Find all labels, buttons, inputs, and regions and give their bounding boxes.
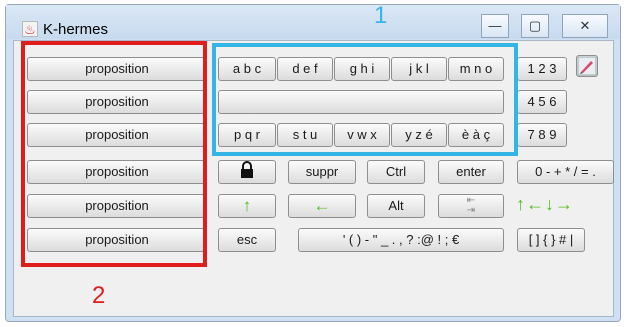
green-arrow-keys-icon[interactable]: ↑←↓→ <box>516 194 574 215</box>
annotation-box-2 <box>21 41 207 267</box>
annotation-box-1 <box>212 43 518 156</box>
green-up-arrow-icon[interactable]: ↑ <box>218 194 276 218</box>
alt-key[interactable]: Alt <box>367 194 425 218</box>
key-456[interactable]: 4 5 6 <box>517 90 567 114</box>
esc-key[interactable]: esc <box>218 228 276 252</box>
minimize-button[interactable]: — <box>481 14 509 38</box>
close-button[interactable]: ✕ <box>562 14 608 38</box>
java-cup-icon: ♨ <box>22 21 38 37</box>
window-title: K-hermes <box>43 21 109 38</box>
key-123[interactable]: 1 2 3 <box>517 57 567 81</box>
brackets-key[interactable]: [ ] { } # | <box>517 228 585 252</box>
lock-icon[interactable] <box>218 160 276 184</box>
maximize-button[interactable]: ▢ <box>521 14 549 38</box>
suppr-key[interactable]: suppr <box>288 160 356 184</box>
enter-key[interactable]: enter <box>438 160 504 184</box>
annotation-label-1: 1 <box>374 2 388 29</box>
pencil-icon[interactable] <box>576 55 598 77</box>
operators-key[interactable]: 0 - + * / = . <box>517 160 614 184</box>
punctuation-key[interactable]: ' ( ) - " _ . , ? :@ ! ; € <box>298 228 504 252</box>
annotation-label-2: 2 <box>92 282 106 309</box>
key-789[interactable]: 7 8 9 <box>517 123 567 147</box>
tab-icon[interactable]: ⇤ ⇥ <box>438 194 504 218</box>
green-left-arrow-icon[interactable]: ← <box>288 194 356 218</box>
ctrl-key[interactable]: Ctrl <box>367 160 425 184</box>
